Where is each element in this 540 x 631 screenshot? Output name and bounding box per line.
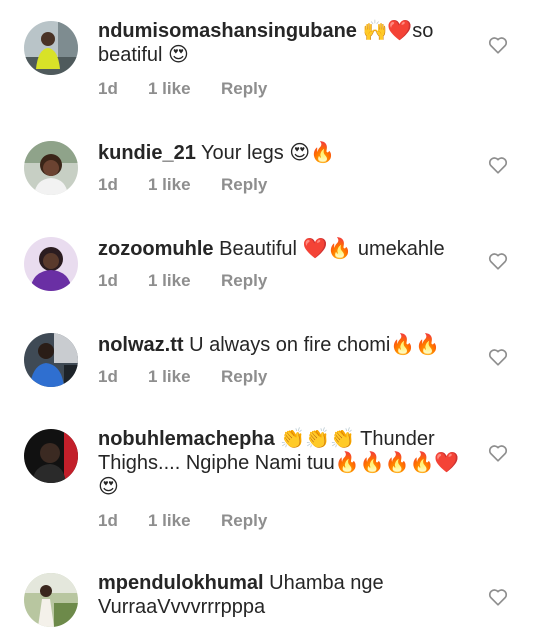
avatar[interactable] <box>24 237 78 291</box>
comment-body: Your legs 😍🔥 <box>201 142 335 164</box>
reply-button[interactable]: Reply <box>221 271 267 291</box>
reply-button[interactable]: Reply <box>221 79 267 99</box>
reply-button[interactable]: Reply <box>221 511 267 531</box>
comment-time: 1d <box>98 511 118 530</box>
comment-likes[interactable]: 1 like <box>148 175 191 195</box>
avatar[interactable] <box>24 429 78 483</box>
avatar[interactable] <box>24 333 78 387</box>
comment-time: 1d <box>98 367 118 386</box>
heart-outline-icon[interactable] <box>487 250 509 272</box>
comment-time: 1d <box>98 271 118 290</box>
heart-outline-icon[interactable] <box>487 586 509 608</box>
comment-likes[interactable]: 1 like <box>148 511 191 531</box>
comment-username[interactable]: nolwaz.tt <box>98 334 184 356</box>
heart-outline-icon[interactable] <box>487 442 509 464</box>
heart-outline-icon[interactable] <box>487 154 509 176</box>
comment-text: mpendulokhumal Uhamba nge VurraaVvvvrrrp… <box>98 571 470 619</box>
avatar[interactable] <box>24 21 78 75</box>
comment-likes[interactable]: 1 like <box>148 79 191 99</box>
comment-username[interactable]: ndumisomashansingubane <box>98 20 357 42</box>
comment-text: nobuhlemachepha 👏👏👏 Thunder Thighs.... N… <box>98 427 470 499</box>
comment-text: zozoomuhle Beautiful ❤️🔥 umekahle <box>98 237 470 261</box>
comment-body: Beautiful ❤️🔥 umekahle <box>219 238 445 260</box>
comment-time: 1d <box>98 79 118 98</box>
reply-button[interactable]: Reply <box>221 175 267 195</box>
comment-body: U always on fire chomi🔥🔥 <box>189 334 441 356</box>
comment-username[interactable]: kundie_21 <box>98 142 196 164</box>
avatar[interactable] <box>24 573 78 627</box>
comment-text: kundie_21 Your legs 😍🔥 <box>98 141 470 165</box>
heart-outline-icon[interactable] <box>487 346 509 368</box>
avatar[interactable] <box>24 141 78 195</box>
comment-likes[interactable]: 1 like <box>148 367 191 387</box>
comment-likes[interactable]: 1 like <box>148 271 191 291</box>
comment-username[interactable]: mpendulokhumal <box>98 572 264 594</box>
comment-text: ndumisomashansingubane 🙌❤️so beatiful 😍 <box>98 19 470 67</box>
comment-time: 1d <box>98 175 118 194</box>
comment-username[interactable]: zozoomuhle <box>98 238 214 260</box>
comment-username[interactable]: nobuhlemachepha <box>98 428 275 450</box>
heart-outline-icon[interactable] <box>487 34 509 56</box>
reply-button[interactable]: Reply <box>221 367 267 387</box>
comment-text: nolwaz.tt U always on fire chomi🔥🔥 <box>98 333 470 357</box>
